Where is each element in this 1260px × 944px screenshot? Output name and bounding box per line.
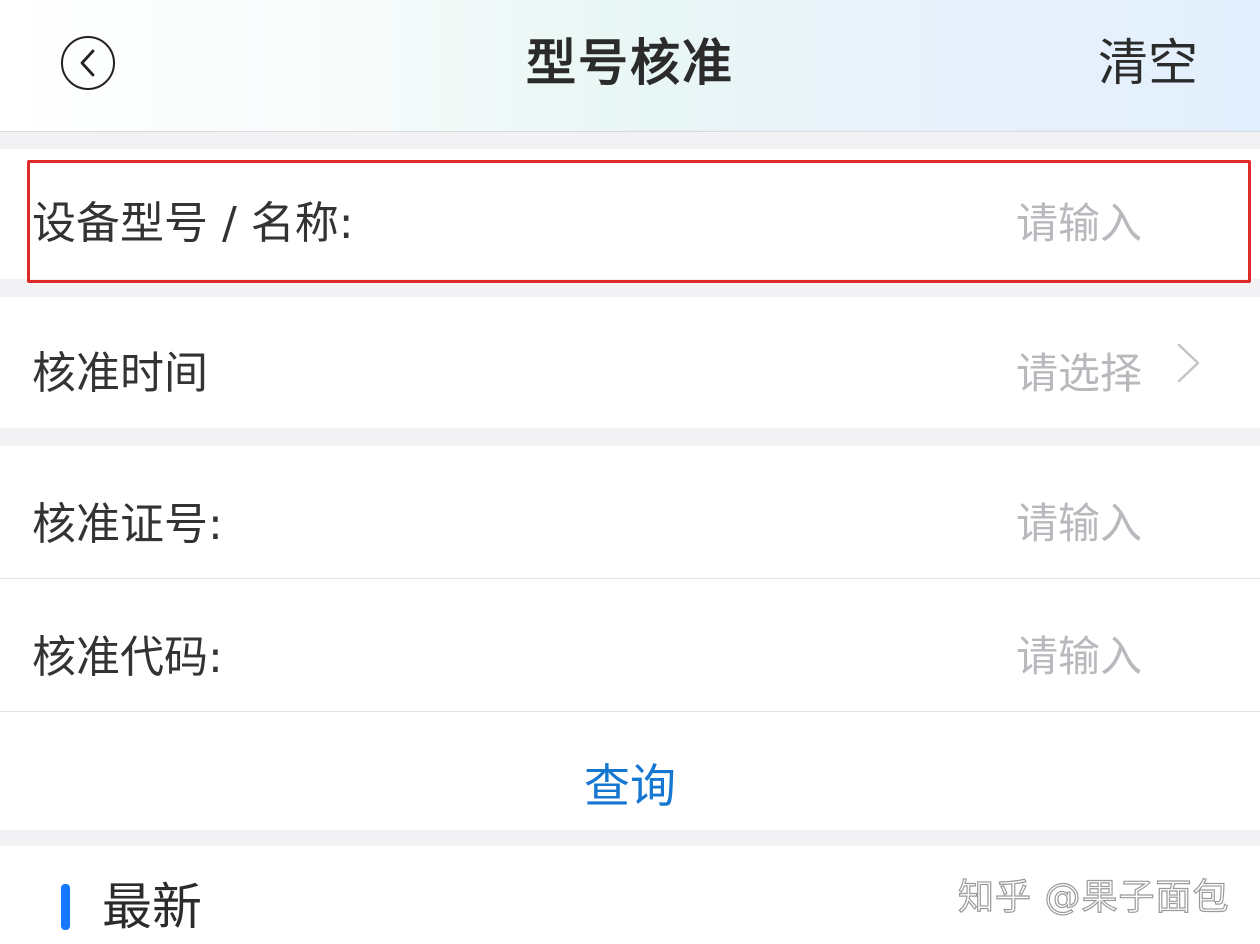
query-row: 查询 [0,712,1260,830]
approval-code-label: 核准代码: [32,632,223,683]
header-bar: 型号核准 清空 [0,0,1260,132]
chevron-right-icon [1177,343,1200,383]
approval-cert-field[interactable]: 核准证号: 请输入 [0,446,1260,578]
approval-code-input[interactable]: 请输入 [1016,623,1142,684]
back-button[interactable] [61,36,115,90]
clear-button[interactable]: 清空 [1098,30,1198,96]
query-button[interactable]: 查询 [0,750,1260,816]
chevron-left-icon [80,49,95,77]
section-accent-bar [61,884,70,930]
approval-cert-input[interactable]: 请输入 [1016,490,1142,551]
highlight-box [27,160,1251,283]
latest-section-title: 最新 [102,878,202,936]
approval-time-label: 核准时间 [32,348,208,399]
approval-cert-label: 核准证号: [32,499,223,550]
watermark: 知乎 @果子面包 [957,876,1230,918]
approval-time-field[interactable]: 核准时间 请选择 [0,297,1260,428]
approval-code-field[interactable]: 核准代码: 请输入 [0,579,1260,711]
page-title: 型号核准 [526,34,734,92]
approval-time-select[interactable]: 请选择 [1016,340,1142,401]
